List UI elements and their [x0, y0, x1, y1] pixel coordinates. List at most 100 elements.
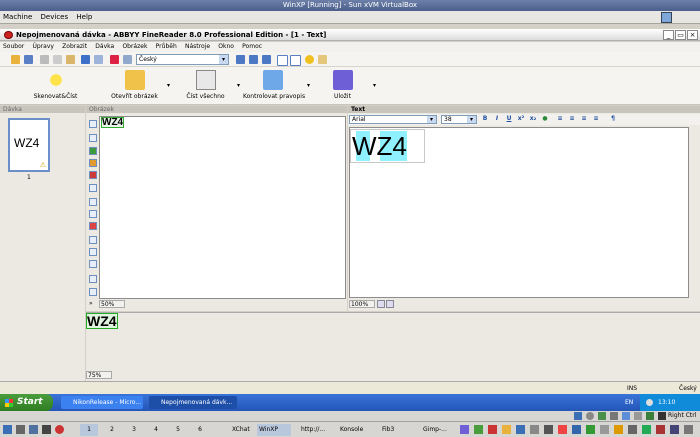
properties-icon[interactable] [123, 55, 132, 64]
host-files-icon[interactable] [29, 425, 38, 434]
page-view-icon[interactable] [386, 300, 394, 308]
close-button[interactable]: × [687, 30, 698, 40]
menu-pomoc[interactable]: Pomoc [239, 42, 265, 52]
superscript-button[interactable]: x² [517, 115, 525, 123]
desktop-4[interactable]: 4 [147, 424, 165, 436]
view-image-icon[interactable] [249, 55, 258, 64]
menu-prubeh[interactable]: Průběh [153, 42, 180, 52]
open-image-button[interactable]: Otevřít obrázek [107, 67, 162, 105]
host-tray-icon-i[interactable] [572, 425, 581, 434]
host-tray-icon-h[interactable] [558, 425, 567, 434]
text-area-icon[interactable] [89, 134, 97, 142]
bottom-zoom-select[interactable]: 75% [86, 371, 112, 379]
underline-button[interactable]: U [505, 115, 513, 123]
add-area-icon[interactable] [89, 198, 97, 206]
select-tool-icon[interactable] [89, 120, 97, 128]
host-menu-icon[interactable] [3, 425, 12, 434]
pointer-icon[interactable] [89, 184, 97, 192]
spell-check-button[interactable]: Kontrolovat pravopis [243, 67, 305, 105]
restore-button[interactable]: ▭ [675, 30, 686, 40]
menu-soubor[interactable]: Soubor [0, 42, 27, 52]
host-tray-icon-q[interactable] [684, 425, 693, 434]
save-icon[interactable] [24, 55, 33, 64]
barcode-area-icon[interactable] [89, 171, 97, 179]
menu-zobrazit[interactable]: Zobrazit [59, 42, 90, 52]
vbox-menu-help[interactable]: Help [73, 11, 95, 24]
view-split-icon[interactable] [277, 55, 288, 66]
host-tray-icon-m[interactable] [628, 425, 637, 434]
save-button[interactable]: Uložit [320, 67, 365, 105]
spell-check-dropdown-icon[interactable]: ▾ [307, 82, 310, 89]
subscript-button[interactable]: x₂ [529, 115, 537, 123]
host-tray-icon-e[interactable] [516, 425, 525, 434]
image-view[interactable]: WZ4 [99, 116, 346, 299]
delete-icon[interactable] [110, 55, 119, 64]
lock-area-icon[interactable] [89, 248, 97, 256]
menu-davka[interactable]: Dávka [92, 42, 117, 52]
text-block[interactable]: WZ4 [350, 129, 425, 163]
desktop-1[interactable]: 1 [80, 424, 98, 436]
italic-button[interactable]: I [493, 115, 501, 123]
bold-button[interactable]: B [481, 115, 489, 123]
host-tray-icon-o[interactable] [656, 425, 665, 434]
order-areas-icon[interactable] [89, 236, 97, 244]
view-text-icon[interactable] [262, 55, 271, 64]
read-all-button[interactable]: Číst všechno [178, 67, 233, 105]
host-tray-icon-g[interactable] [544, 425, 553, 434]
host-terminal-icon[interactable] [16, 425, 25, 434]
host-tray-icon-l[interactable] [614, 425, 623, 434]
undo-icon[interactable] [81, 55, 90, 64]
host-tray-icon-c[interactable] [488, 425, 497, 434]
host-system-icon[interactable] [42, 425, 51, 434]
font-name-select[interactable]: Arial ▾ [349, 115, 437, 124]
desktop-2[interactable]: 2 [103, 424, 121, 436]
host-tray-icon-a[interactable] [460, 425, 469, 434]
tray-lang[interactable]: EN [625, 394, 633, 411]
host-tray-icon-p[interactable] [670, 425, 679, 434]
menu-upravy[interactable]: Úpravy [29, 42, 56, 52]
more-tools-icon[interactable]: » [89, 300, 93, 307]
page-thumbnail[interactable]: WZ4 ⚠ [8, 118, 50, 172]
book-icon[interactable] [318, 55, 327, 64]
picture-area-icon[interactable] [89, 159, 97, 167]
justify-button[interactable]: ≡ [592, 115, 600, 123]
view-batch-icon[interactable] [236, 55, 245, 64]
scan-read-button[interactable]: Skenovat&Číst [28, 67, 83, 105]
image-zoom-select[interactable]: 50% [99, 300, 125, 308]
zoom-tool-icon[interactable] [89, 260, 97, 268]
vbox-menu-devices[interactable]: Devices [38, 11, 72, 24]
cut-area-icon[interactable] [89, 210, 97, 218]
menu-nastroje[interactable]: Nástroje [182, 42, 213, 52]
align-left-button[interactable]: ≡ [556, 115, 564, 123]
copy-icon[interactable] [53, 55, 62, 64]
language-select[interactable]: Český ▾ [136, 54, 229, 65]
read-all-dropdown-icon[interactable]: ▾ [237, 82, 240, 89]
font-size-select[interactable]: 38 ▾ [441, 115, 477, 124]
host-tray-icon-n[interactable] [642, 425, 651, 434]
host-tray-icon-f[interactable] [530, 425, 539, 434]
host-tray-icon-k[interactable] [600, 425, 609, 434]
menu-obrazek[interactable]: Obrázek [119, 42, 150, 52]
minimize-button[interactable]: _ [663, 30, 674, 40]
view-zoom-icon[interactable] [290, 55, 301, 66]
vbox-menu-machine[interactable]: Machine [0, 11, 35, 24]
menu-okno[interactable]: Okno [215, 42, 237, 52]
text-zoom-select[interactable]: 100% [349, 300, 375, 308]
host-tray-icon-b[interactable] [474, 425, 483, 434]
delete-area-icon[interactable] [89, 222, 97, 230]
view-mode-icon[interactable] [377, 300, 385, 308]
align-right-button[interactable]: ≡ [580, 115, 588, 123]
save-dropdown-icon[interactable]: ▾ [373, 82, 376, 89]
table-area-icon[interactable] [89, 147, 97, 155]
crop-icon[interactable] [89, 275, 97, 283]
desktop-5[interactable]: 5 [169, 424, 187, 436]
text-editor[interactable]: WZ4 [349, 127, 689, 298]
open-icon[interactable] [11, 55, 20, 64]
task-finereader[interactable]: Nepojmenovaná dávk... [149, 396, 237, 409]
paste-icon[interactable] [66, 55, 75, 64]
smiley-icon[interactable] [305, 55, 314, 64]
globe-icon[interactable]: ● [541, 115, 549, 123]
cut-icon[interactable] [40, 55, 49, 64]
host-task-winxp[interactable]: WinXP [257, 424, 291, 436]
desktop-3[interactable]: 3 [125, 424, 143, 436]
